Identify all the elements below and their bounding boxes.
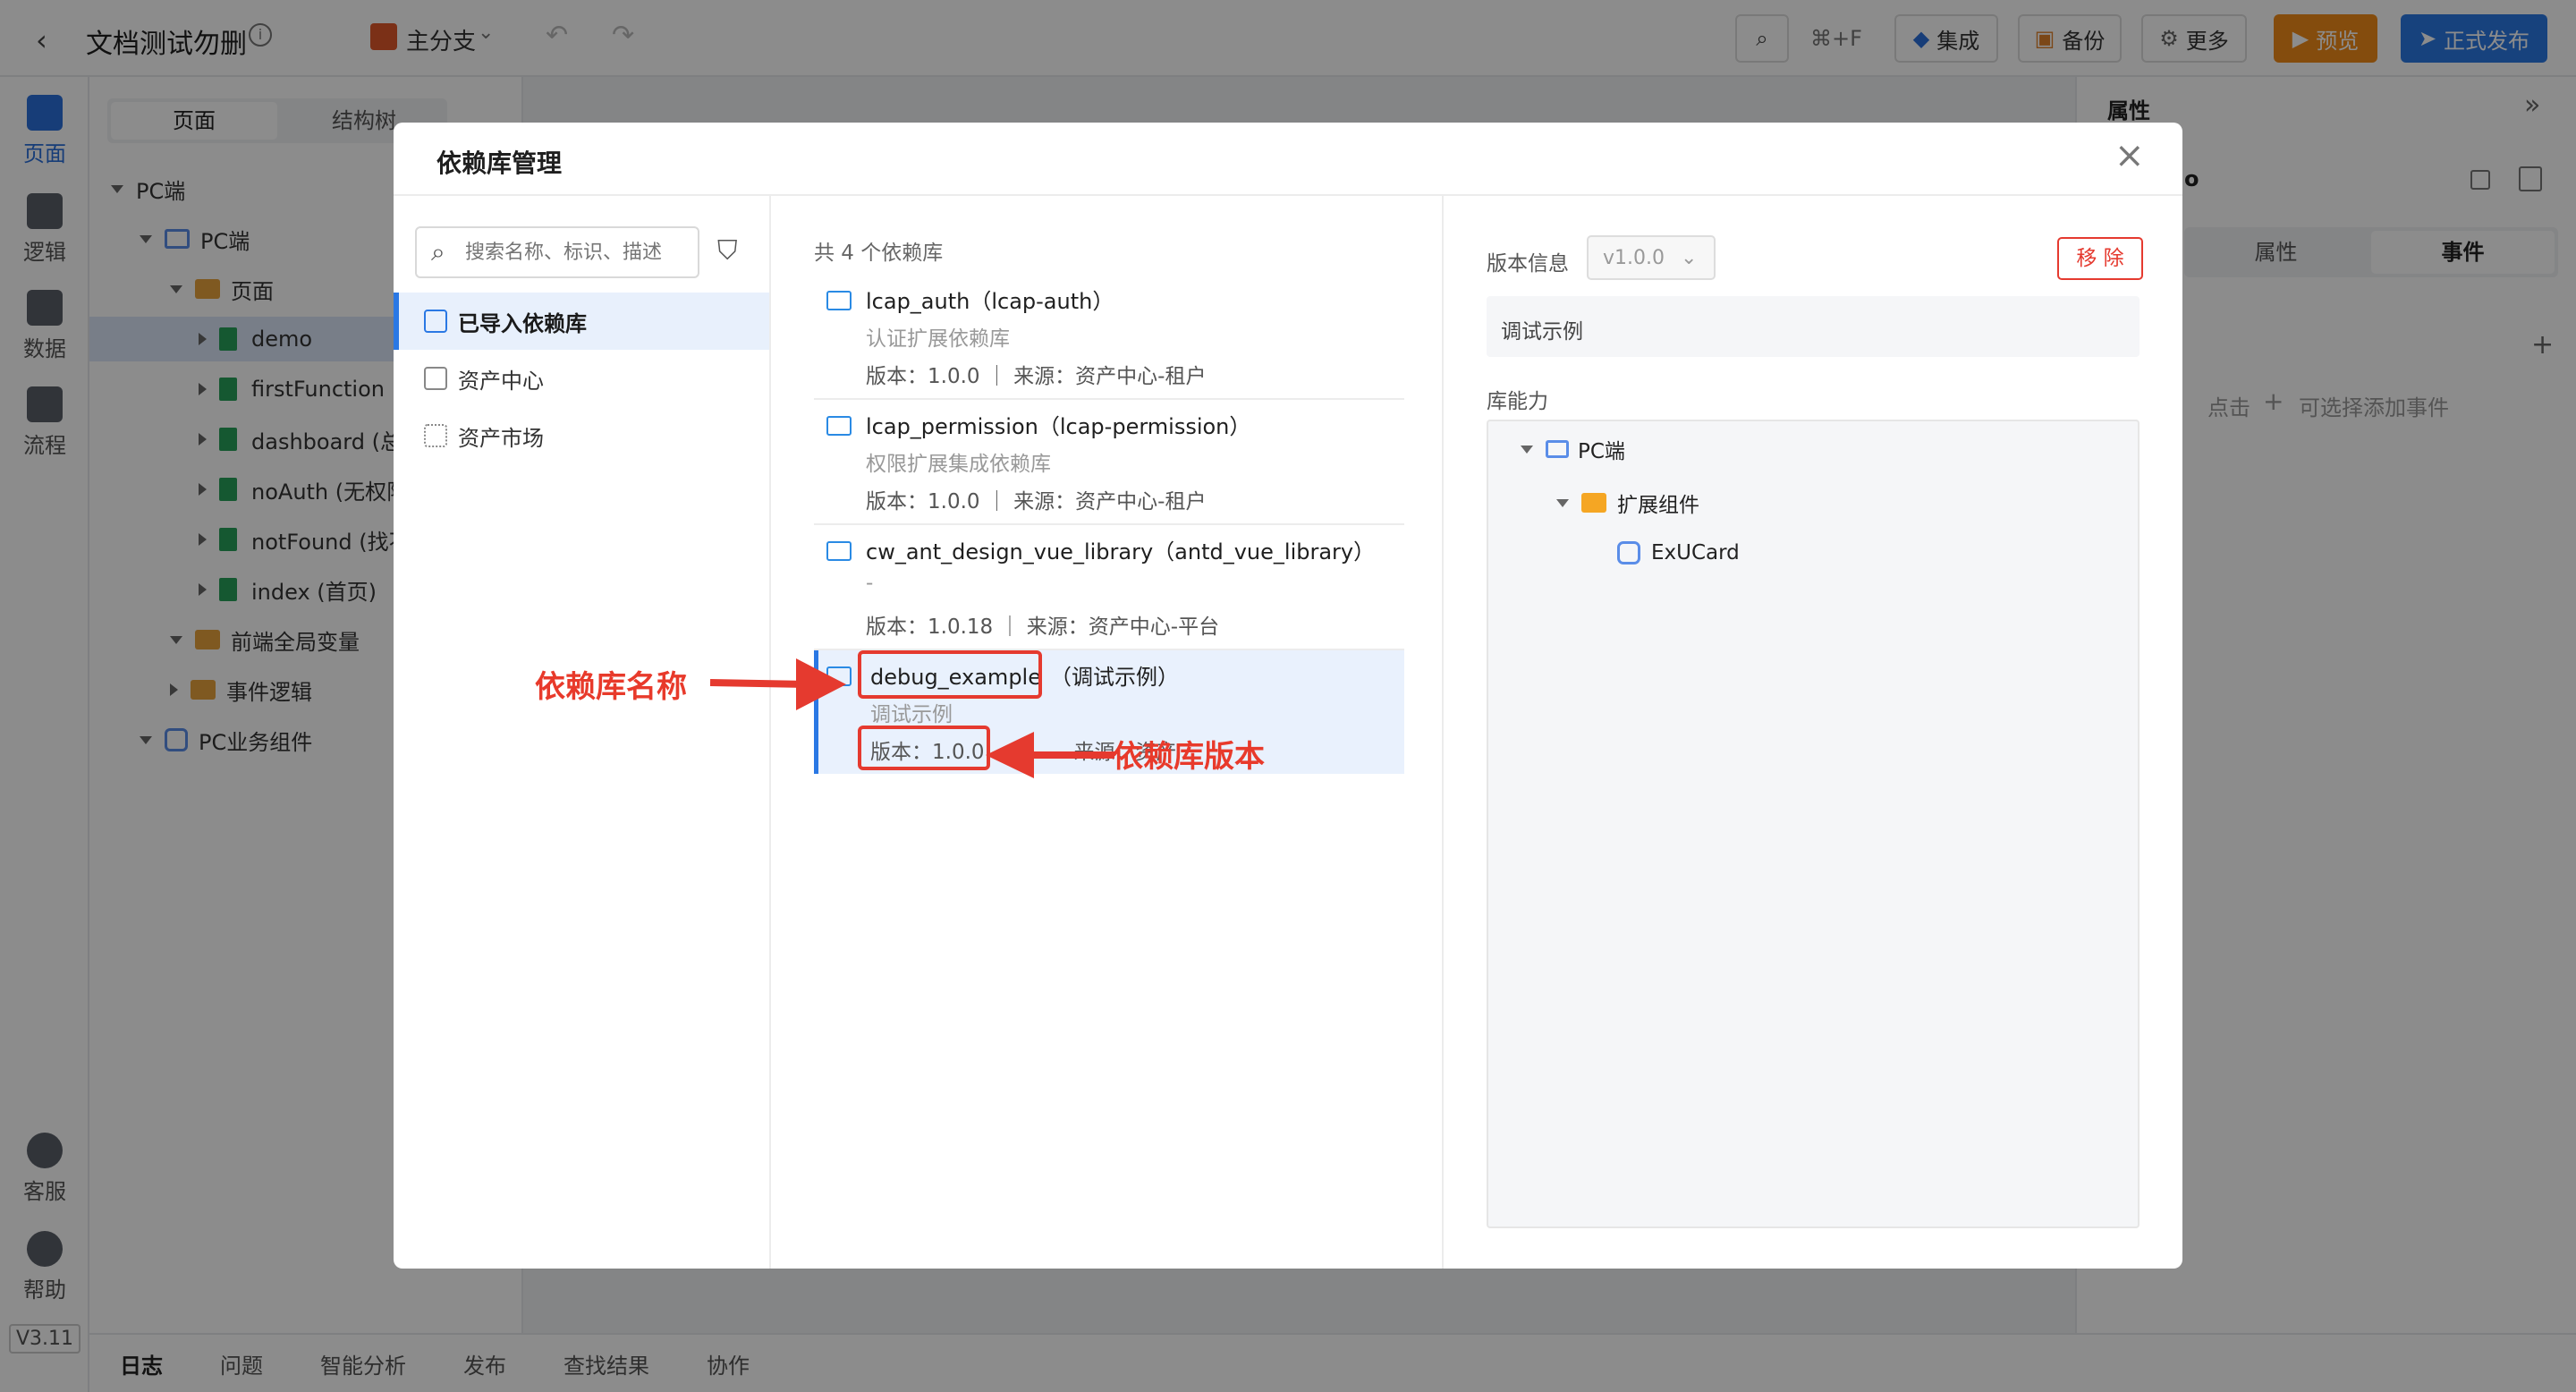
- modal-sidebar: ⌕ ⛉ 已导入依赖库 资产中心 资产市场: [394, 196, 771, 1269]
- library-desc: -: [866, 572, 874, 595]
- chevron-down-icon: ⌄: [1681, 246, 1698, 269]
- filter-icon[interactable]: ⛉: [717, 235, 738, 267]
- library-item[interactable]: lcap_auth（lcap-auth） 认证扩展依赖库 版本：1.0.0 ｜ …: [814, 275, 1404, 400]
- cap-tree-row[interactable]: ExUCard: [1617, 541, 1740, 564]
- nav-imported[interactable]: 已导入依赖库: [394, 293, 769, 350]
- library-detail: 版本信息 v1.0.0 ⌄ 移 除 调试示例 库能力 PC端 扩展组件 ExUC…: [1444, 196, 2182, 1269]
- library-desc: 认证扩展依赖库: [866, 327, 1010, 351]
- folder-icon: [1581, 493, 1606, 513]
- library-name: lcap_auth（lcap-auth）: [866, 289, 1114, 314]
- capability-tree: PC端 扩展组件 ExUCard: [1487, 420, 2140, 1228]
- library-count: 共 4 个依赖库: [814, 242, 944, 265]
- search-icon: ⌕: [431, 237, 445, 267]
- library-meta: 版本：1.0.18 ｜ 来源：资产中心-平台: [866, 615, 1220, 639]
- annotation-library-version: 依赖库版本: [1113, 739, 1265, 775]
- modal-header: 依赖库管理 ×: [394, 123, 2182, 196]
- search-input[interactable]: [465, 237, 689, 267]
- library-item[interactable]: cw_ant_design_vue_library（antd_vue_libra…: [814, 525, 1404, 650]
- capability-label: 库能力: [1487, 390, 1548, 413]
- library-name: lcap_permission（lcap-permission）: [866, 414, 1251, 439]
- highlight-name-box: [858, 650, 1042, 699]
- library-meta: 版本：1.0.0 ｜ 来源：资产中心-租户: [866, 365, 1207, 388]
- annotation-arrow-name: [709, 658, 846, 710]
- monitor-icon: [1546, 440, 1569, 458]
- library-meta: 版本：1.0.0 ｜ 来源：资产中心-租户: [866, 490, 1207, 514]
- grid-icon: [424, 424, 447, 447]
- puzzle-icon: [1617, 541, 1640, 564]
- library-icon: [826, 291, 852, 310]
- nav-asset-market[interactable]: 资产市场: [394, 407, 769, 464]
- caret-down-icon: [1556, 498, 1569, 507]
- annotation-library-name: 依赖库名称: [535, 669, 687, 705]
- library-icon: [424, 310, 447, 333]
- nav-asset-center[interactable]: 资产中心: [394, 350, 769, 407]
- version-select[interactable]: v1.0.0 ⌄: [1587, 235, 1716, 280]
- annotation-arrow-version: [986, 732, 1114, 778]
- library-name: cw_ant_design_vue_library（antd_vue_libra…: [866, 539, 1376, 564]
- modal-title: 依赖库管理: [436, 149, 563, 178]
- remove-button[interactable]: 移 除: [2057, 237, 2143, 280]
- library-desc: 权限扩展集成依赖库: [866, 453, 1051, 476]
- close-icon[interactable]: ×: [2114, 135, 2145, 176]
- library-item[interactable]: lcap_permission（lcap-permission） 权限扩展集成依…: [814, 400, 1404, 525]
- description-box: 调试示例: [1487, 296, 2140, 357]
- search-box[interactable]: ⌕: [415, 226, 699, 278]
- library-icon: [826, 541, 852, 561]
- version-label: 版本信息: [1487, 252, 1569, 276]
- asset-icon: [424, 367, 447, 390]
- library-icon: [826, 416, 852, 436]
- cap-tree-row[interactable]: PC端: [1521, 434, 1625, 464]
- caret-down-icon: [1521, 445, 1533, 454]
- library-desc: 调试示例: [870, 703, 953, 726]
- highlight-version-box: [858, 726, 990, 770]
- cap-tree-row[interactable]: 扩展组件: [1556, 488, 1699, 518]
